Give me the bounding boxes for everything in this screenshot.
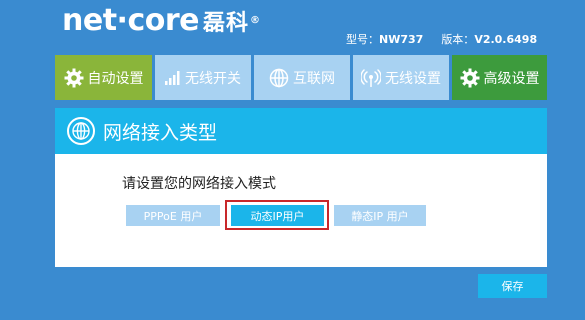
tab-internet[interactable]: 互联网 (254, 55, 350, 100)
tab-advanced-settings-label: 高级设置 (483, 70, 540, 87)
mode-prompt: 请设置您的网络接入模式 (122, 176, 276, 192)
pppoe-user-button[interactable]: PPPoE 用户 (126, 205, 220, 226)
model-info: 型号：NW737 版本：V2.0.6498 (346, 31, 537, 47)
gear-icon (460, 68, 480, 88)
tab-wireless-settings-label: 无线设置 (385, 70, 441, 87)
panel-title: 网络接入类型 (103, 121, 218, 144)
version-label: 版本： (441, 33, 475, 46)
version-value: V2.0.6498 (474, 33, 538, 46)
tab-advanced-settings[interactable]: 高级设置 (452, 55, 547, 100)
logo-text: net·core (62, 3, 199, 38)
globe-icon (67, 117, 95, 145)
brand-logo: net·core 磊科® (62, 6, 260, 39)
tab-internet-label: 互联网 (293, 70, 335, 87)
wireless-icon (361, 68, 381, 87)
panel-header: 网络接入类型 (55, 108, 547, 154)
tab-auto-setup-label: 自动设置 (87, 70, 144, 87)
signal-bars-icon (165, 70, 181, 85)
main-tabs: 自动设置 无线开关 互联网 无线设置 高级设置 (55, 55, 547, 100)
tab-wireless-settings[interactable]: 无线设置 (353, 55, 449, 100)
logo-cn-text: 磊科 (202, 11, 249, 36)
panel-body: 请设置您的网络接入模式 PPPoE 用户 动态IP用户 静态IP 用户 (55, 154, 547, 267)
registered-mark: ® (250, 15, 260, 26)
model-value: NW737 (379, 33, 424, 46)
save-button[interactable]: 保存 (478, 274, 547, 298)
dynamic-ip-user-button[interactable]: 动态IP用户 (231, 205, 324, 226)
tab-wireless-switch[interactable]: 无线开关 (155, 55, 251, 100)
globe-icon (269, 68, 289, 88)
model-label: 型号： (346, 33, 379, 46)
tab-wireless-switch-label: 无线开关 (185, 70, 241, 87)
gear-icon (64, 68, 84, 88)
static-ip-user-button[interactable]: 静态IP 用户 (334, 205, 426, 226)
tab-auto-setup[interactable]: 自动设置 (55, 55, 152, 100)
